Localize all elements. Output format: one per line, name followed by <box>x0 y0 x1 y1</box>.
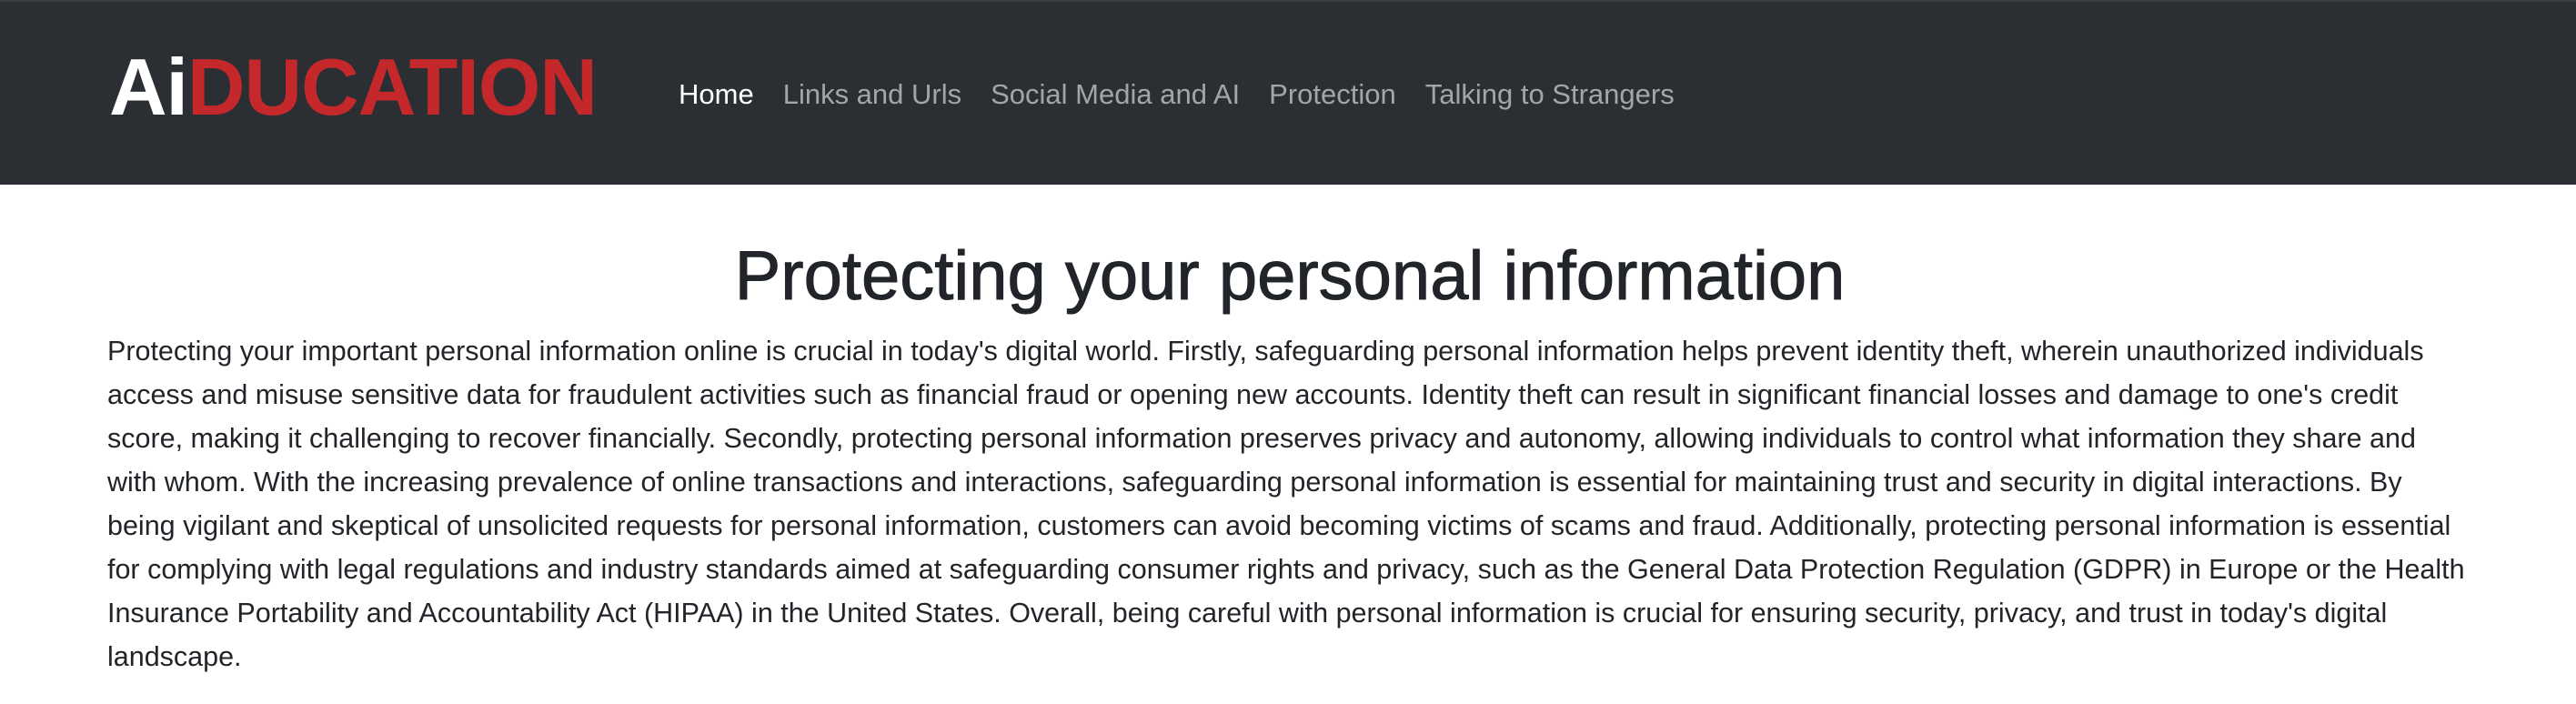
main-nav: Home Links and Urls Social Media and AI … <box>679 67 1704 122</box>
brand-logo[interactable]: Ai DUCATION <box>109 42 598 133</box>
top-navbar: Ai DUCATION Home Links and Urls Social Me… <box>0 0 2576 185</box>
page-title: Protecting your personal information <box>734 237 1846 316</box>
nav-link-talking-to-strangers[interactable]: Talking to Strangers <box>1425 78 1675 111</box>
nav-item-home: Home <box>679 78 783 111</box>
nav-link-social-media-and-ai[interactable]: Social Media and AI <box>991 78 1240 111</box>
nav-link-home[interactable]: Home <box>679 78 754 111</box>
nav-item-social-media-and-ai: Social Media and AI <box>991 78 1269 111</box>
main-content: Protecting your personal information Pro… <box>107 185 2472 679</box>
nav-item-protection: Protection <box>1269 78 1425 111</box>
nav-item-links-and-urls: Links and Urls <box>783 78 991 111</box>
brand-logo-ai: Ai <box>109 42 188 132</box>
nav-item-talking-to-strangers: Talking to Strangers <box>1425 78 1704 111</box>
nav-link-links-and-urls[interactable]: Links and Urls <box>783 78 961 111</box>
nav-link-protection[interactable]: Protection <box>1269 78 1396 111</box>
brand-logo-ducation: DUCATION <box>187 42 598 132</box>
body-paragraph: Protecting your important personal infor… <box>107 336 2465 672</box>
